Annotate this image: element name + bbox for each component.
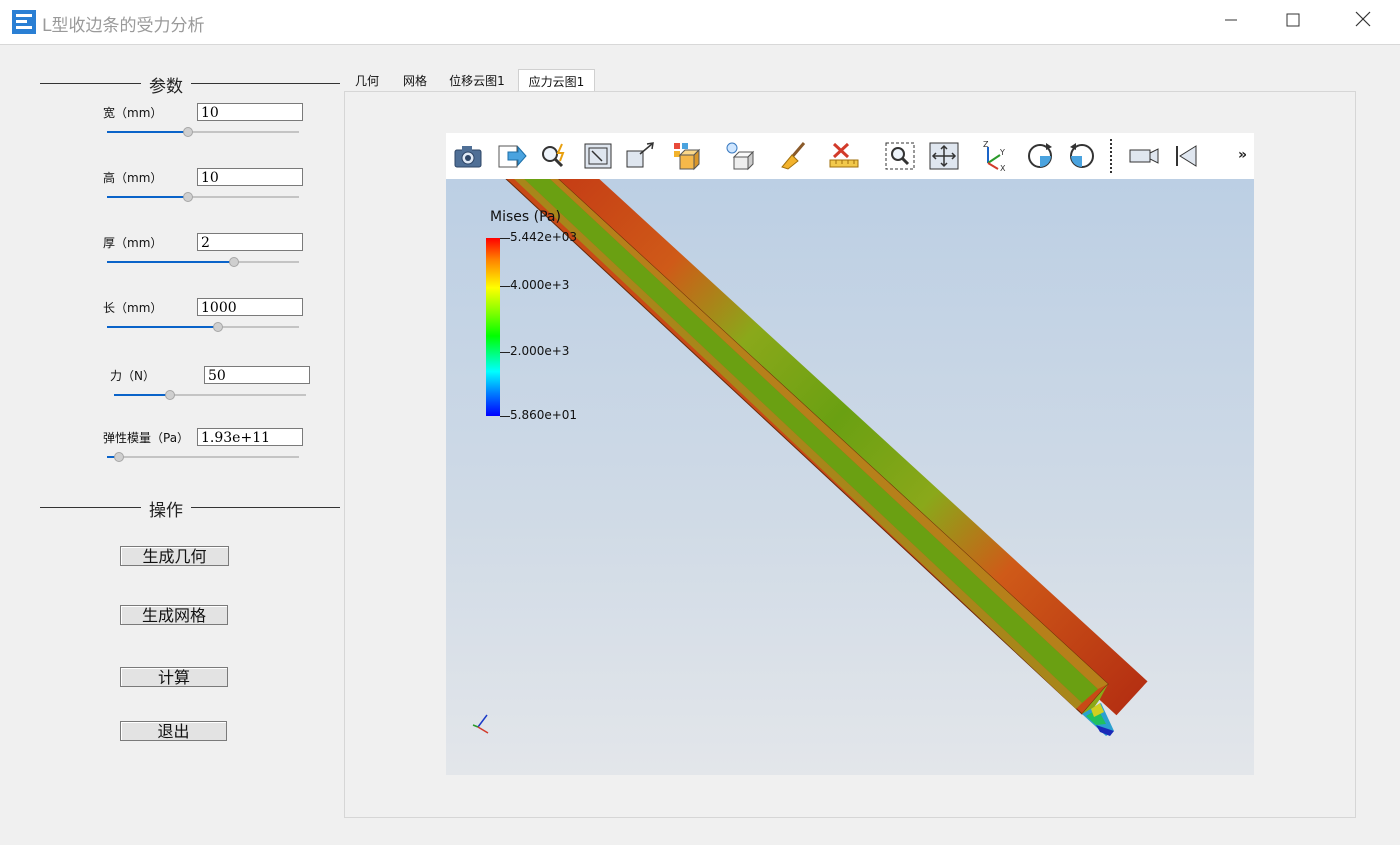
svg-text:Z: Z [983,141,989,149]
maximize-button[interactable] [1270,0,1316,44]
colorbar-tick [500,286,510,287]
video-camera-icon[interactable] [1128,141,1160,171]
slider-thumb[interactable] [114,452,124,462]
viewer-toolbar: Z YX » [446,133,1254,179]
zoom-box-icon[interactable] [884,141,916,171]
more-tools-button[interactable]: » [1238,147,1247,163]
force-slider[interactable] [114,389,306,401]
compute-button[interactable]: 计算 [120,667,228,687]
width-slider[interactable] [107,126,299,138]
colorbar [486,238,500,416]
rotate-cw-icon[interactable] [1024,141,1056,171]
pan-icon[interactable] [928,141,960,171]
force-input[interactable]: 50 [204,366,310,384]
length-label: 长（mm） [103,301,163,315]
height-input[interactable]: 10 [197,168,303,186]
width-label: 宽（mm） [103,106,163,120]
thickness-label: 厚（mm） [103,236,163,250]
height-label: 高（mm） [103,171,163,185]
colorbar-title: Mises (Pa) [490,209,561,225]
minimize-icon [1225,19,1237,21]
box-arrow-icon[interactable] [624,141,656,171]
colorbar-tick [500,352,510,353]
minimize-button[interactable] [1208,0,1254,44]
axes-icon[interactable]: Z YX [980,140,1012,173]
slider-thumb[interactable] [213,322,223,332]
slider-thumb[interactable] [183,192,193,202]
toolbar-separator [1110,139,1114,173]
window-title: L型收边条的受力分析 [42,16,205,36]
close-button[interactable] [1340,0,1386,44]
rotate-ccw-icon[interactable] [1066,141,1098,171]
fit-box-icon[interactable] [582,141,614,171]
tab-displacement[interactable]: 位移云图1 [440,69,514,91]
broom-icon[interactable] [778,141,810,171]
colorbar-label: 2.000e+3 [510,344,570,358]
modulus-input[interactable]: 1.93e+11 [197,428,303,446]
tab-geometry[interactable]: 几何 [344,69,390,91]
exit-button[interactable]: 退出 [120,721,227,741]
tab-stress[interactable]: 应力云图1 [518,69,595,91]
reset-view-icon[interactable] [1170,141,1202,171]
width-input[interactable]: 10 [197,103,303,121]
force-label: 力（N） [110,369,155,383]
slider-thumb[interactable] [165,390,175,400]
export-icon[interactable] [496,141,528,171]
tab-mesh[interactable]: 网格 [392,69,438,91]
thickness-slider[interactable] [107,256,299,268]
color-cube-icon[interactable] [672,141,704,171]
ruler-icon[interactable] [828,141,860,171]
colorbar-label: 5.860e+01 [510,408,578,422]
colorbar-tick [500,238,510,239]
orientation-axes-icon [468,709,496,741]
beam-render [505,179,1148,736]
generate-mesh-button[interactable]: 生成网格 [120,605,228,625]
params-section-title: 参数 [141,72,191,97]
colorbar-label: 5.442e+03 [510,230,578,244]
slider-thumb[interactable] [229,257,239,267]
operations-section-title: 操作 [141,496,191,521]
close-icon [1355,11,1371,27]
light-cube-icon[interactable] [724,141,756,171]
stress-scene[interactable]: Mises (Pa) 5.442e+03 4.000e+3 2.000e+3 5.86… [446,179,1254,775]
colorbar-label: 4.000e+3 [510,278,570,292]
generate-geometry-button[interactable]: 生成几何 [120,546,229,566]
length-slider[interactable] [107,321,299,333]
colorbar-tick [500,416,510,417]
modulus-label: 弹性模量（Pa） [103,431,190,445]
slider-thumb[interactable] [183,127,193,137]
zoom-select-icon[interactable] [538,141,570,171]
title-bar: L型收边条的受力分析 [0,0,1400,45]
svg-text:Y: Y [999,148,1005,157]
maximize-icon [1286,13,1300,27]
thickness-input[interactable]: 2 [197,233,303,251]
height-slider[interactable] [107,191,299,203]
length-input[interactable]: 1000 [197,298,303,316]
render-view: Z YX » Mises (Pa) 5.442e+03 4.000e+3 2.00… [446,133,1254,775]
app-icon [12,10,36,34]
modulus-slider[interactable] [107,451,299,463]
svg-text:X: X [1000,164,1006,171]
camera-icon[interactable] [452,141,484,171]
